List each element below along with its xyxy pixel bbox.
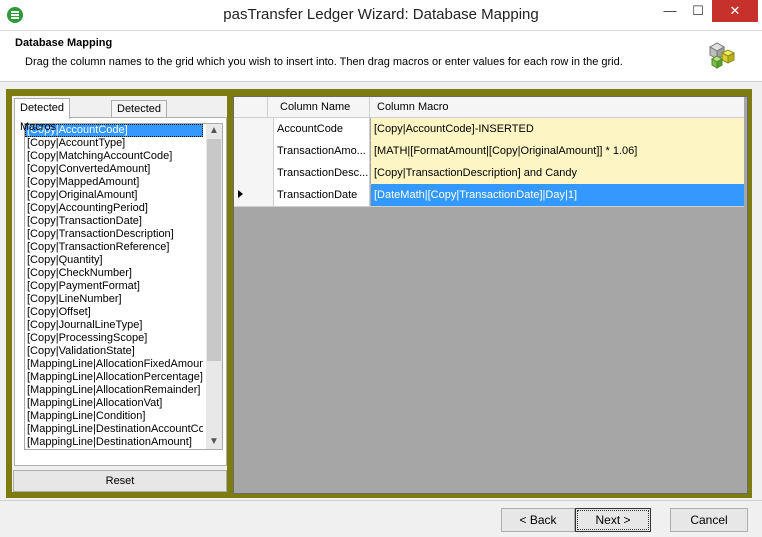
macro-list-item[interactable]: [Copy|TransactionDescription]	[25, 228, 203, 241]
back-button[interactable]: < Back	[501, 508, 575, 532]
macro-list-item[interactable]: [Copy|JournalLineType]	[25, 319, 203, 332]
column-name-cell[interactable]: TransactionDesc...	[274, 162, 370, 184]
row-header[interactable]	[234, 184, 274, 206]
macro-list-item[interactable]: [MappingLine|AllocationVat]	[25, 397, 203, 410]
column-macro-cell[interactable]: [Copy|TransactionDescription] and Candy	[371, 162, 744, 184]
macro-list-item[interactable]: [Copy|AccountingPeriod]	[25, 202, 203, 215]
current-row-arrow-icon	[238, 190, 243, 198]
scroll-down-icon[interactable]: ▼	[206, 435, 222, 449]
column-macro-header[interactable]: Column Macro	[371, 97, 742, 117]
macro-list-item[interactable]: [Copy|ValidationState]	[25, 345, 203, 358]
macro-list-item[interactable]: [Copy|MappedAmount]	[25, 176, 203, 189]
next-button[interactable]: Next >	[575, 508, 651, 532]
macro-list-item[interactable]: [Copy|AccountType]	[25, 137, 203, 150]
tab-detected-columns[interactable]: Detected Columns	[111, 100, 168, 132]
wizard-header: Database Mapping Drag the column names t…	[0, 31, 762, 82]
column-macro-cell[interactable]: [DateMath|[Copy|TransactionDate]|Day|1]	[371, 184, 744, 206]
macro-list-item[interactable]: [Copy|MatchingAccountCode]	[25, 150, 203, 163]
macro-list-item[interactable]: [Copy|OriginalAmount]	[25, 189, 203, 202]
column-name-cell[interactable]: TransactionAmo...	[274, 140, 370, 162]
title-bar: pasTransfer Ledger Wizard: Database Mapp…	[0, 0, 762, 31]
tab-detected-macros[interactable]: Detected Macros	[14, 98, 71, 133]
row-header[interactable]	[234, 140, 274, 162]
column-name-cell[interactable]: TransactionDate	[274, 184, 370, 206]
grid-row[interactable]: TransactionAmo... [MATH|[FormatAmount|[Co…	[234, 140, 744, 163]
close-button[interactable]: ✕	[712, 0, 758, 22]
grid-corner	[234, 97, 268, 117]
maximize-button[interactable]: ☐	[684, 0, 712, 22]
window-title: pasTransfer Ledger Wizard: Database Mapp…	[223, 6, 539, 23]
column-name-cell[interactable]: AccountCode	[274, 118, 370, 140]
macro-items: [Copy|AccountCode] [Copy|AccountType] [Cop…	[25, 124, 222, 449]
reset-button[interactable]: Reset	[13, 470, 227, 492]
macro-list-item[interactable]: [Copy|Quantity]	[25, 254, 203, 267]
column-macro-cell[interactable]: [MATH|[FormatAmount|[Copy|OriginalAmount…	[371, 140, 744, 162]
macro-list-item[interactable]: [MappingLine|Condition]	[25, 410, 203, 423]
cancel-button[interactable]: Cancel	[670, 508, 748, 532]
macro-list-item[interactable]: [MappingLine|DestinationAccountCode]	[25, 423, 203, 436]
database-cubes-icon	[708, 42, 736, 69]
macro-list-item[interactable]: [MappingLine|DestinationAmount]	[25, 436, 203, 449]
macro-list-item[interactable]: [Copy|Offset]	[25, 306, 203, 319]
macro-list-item[interactable]: [Copy|TransactionReference]	[25, 241, 203, 254]
scroll-up-icon[interactable]: ▲	[206, 124, 222, 138]
grid-header: Column Name Column Macro	[234, 97, 744, 118]
row-header[interactable]	[234, 162, 274, 184]
row-header[interactable]	[234, 118, 274, 140]
grid-row[interactable]: TransactionDesc... [Copy|TransactionDescr…	[234, 162, 744, 185]
macro-list-item[interactable]: [Copy|CheckNumber]	[25, 267, 203, 280]
column-name-header[interactable]: Column Name	[274, 97, 370, 117]
page-description: Drag the column names to the grid which …	[25, 56, 623, 68]
macro-list[interactable]: [Copy|AccountCode] [Copy|AccountType] [Cop…	[24, 123, 223, 450]
macro-list-item[interactable]: [Copy|TransactionDate]	[25, 215, 203, 228]
wizard-footer: < Back Next > Cancel	[0, 500, 762, 537]
grid-row[interactable]: AccountCode [Copy|AccountCode]-INSERTED	[234, 118, 744, 141]
macro-list-item[interactable]: [Copy|LineNumber]	[25, 293, 203, 306]
macro-list-scrollbar[interactable]: ▲ ▼	[206, 124, 222, 449]
mapping-grid[interactable]: Column Name Column Macro AccountCode [Cop…	[233, 96, 748, 494]
macro-list-item[interactable]: [MappingLine|AllocationRemainder]	[25, 384, 203, 397]
column-macro-cell[interactable]: [Copy|AccountCode]-INSERTED	[371, 118, 744, 140]
macro-list-item[interactable]: [MappingLine|AllocationPercentage]	[25, 371, 203, 384]
grid-row[interactable]: TransactionDate [DateMath|[Copy|Transacti…	[234, 184, 744, 207]
minimize-button[interactable]: —	[656, 0, 684, 22]
macro-list-item[interactable]: [Copy|PaymentFormat]	[25, 280, 203, 293]
macro-list-item[interactable]: [Copy|ConvertedAmount]	[25, 163, 203, 176]
page-title: Database Mapping	[15, 37, 113, 49]
macro-list-item[interactable]: [MappingLine|AllocationFixedAmount]	[25, 358, 203, 371]
scroll-thumb[interactable]	[207, 139, 221, 361]
macro-list-item[interactable]: [Copy|ProcessingScope]	[25, 332, 203, 345]
